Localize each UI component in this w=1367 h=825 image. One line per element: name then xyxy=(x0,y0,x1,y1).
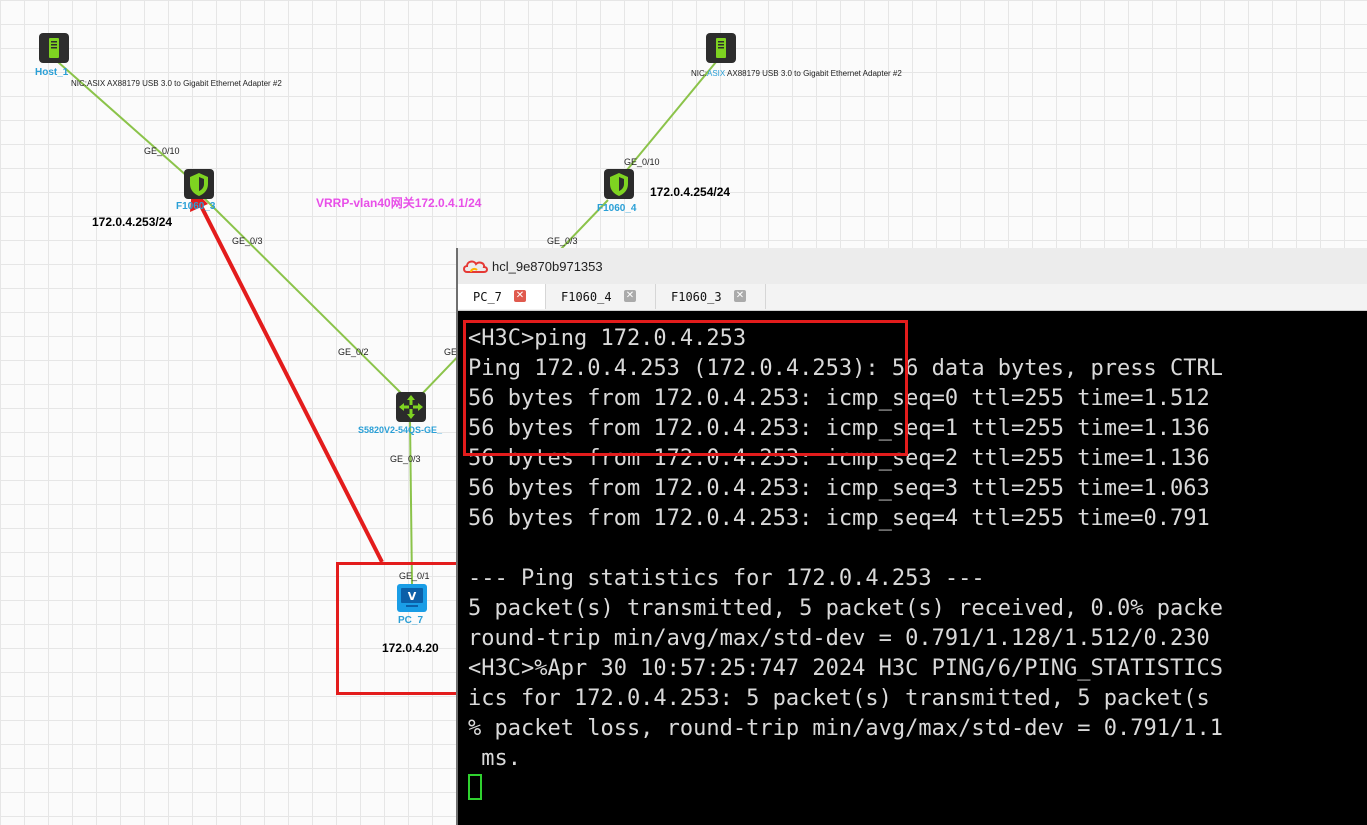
tab-f1060-4-label: F1060_4 xyxy=(561,290,612,304)
cloud-logo-icon xyxy=(463,260,488,273)
terminal-titlebar[interactable]: hcl_9e870b971353 xyxy=(458,248,1367,285)
vrrp-gateway-label: VRRP-vlan40网关172.0.4.1/24 xyxy=(316,196,482,210)
link-fw3-switch xyxy=(203,197,405,397)
switch-port-left: GE_0/2 xyxy=(338,347,369,357)
close-icon[interactable]: ✕ xyxy=(624,290,636,302)
host2-nic-prefix: NIC: xyxy=(691,69,707,78)
terminal-line: --- Ping statistics for 172.0.4.253 --- xyxy=(468,566,985,591)
terminal-line: <H3C>%Apr 30 10:57:25:747 2024 H3C PING/… xyxy=(468,656,1223,681)
terminal-line: ics for 172.0.4.253: 5 packet(s) transmi… xyxy=(468,686,1210,711)
tab-pc7[interactable]: PC_7 ✕ xyxy=(458,284,546,309)
pc7-annotation-box xyxy=(336,562,471,695)
host2-nic-rest: AX88179 USB 3.0 to Gigabit Ethernet Adap… xyxy=(727,69,902,78)
tab-f1060-4[interactable]: F1060_4 ✕ xyxy=(546,284,656,309)
fw3-ip: 172.0.4.253/24 xyxy=(92,215,173,229)
fw4-name: F1060_4 xyxy=(597,203,637,214)
fw4-ip: 172.0.4.254/24 xyxy=(650,185,731,199)
close-icon[interactable]: ✕ xyxy=(514,290,526,302)
switch-device-icon[interactable] xyxy=(396,392,426,422)
server-icon xyxy=(49,38,59,58)
terminal-line: round-trip min/avg/max/std-dev = 0.791/1… xyxy=(468,626,1210,651)
annotation-arrow xyxy=(196,199,384,563)
host2-device-icon[interactable] xyxy=(706,33,736,63)
ping-annotation-box xyxy=(463,320,908,456)
switch-name: S5820V2-54QS-GE_ xyxy=(358,425,443,435)
terminal-title: hcl_9e870b971353 xyxy=(492,259,603,274)
terminal-cursor[interactable] xyxy=(468,774,482,800)
tab-f1060-3[interactable]: F1060_3 ✕ xyxy=(656,284,766,309)
fw3-port-down: GE_0/3 xyxy=(232,236,263,246)
fw3-device-icon[interactable] xyxy=(184,169,214,199)
fw4-port-up: GE_0/10 xyxy=(624,157,660,167)
terminal-tabbar: PC_7 ✕ F1060_4 ✕ F1060_3 ✕ xyxy=(458,284,1367,311)
terminal-line: ms. xyxy=(468,746,521,771)
fw3-name: F1060_3 xyxy=(176,201,216,212)
link-switch-pc7 xyxy=(409,419,413,585)
terminal-line: 56 bytes from 172.0.4.253: icmp_seq=4 tt… xyxy=(468,506,1210,531)
fw4-device-icon[interactable] xyxy=(604,169,634,199)
host1-name: Host_1 xyxy=(35,67,69,78)
host1-nic-label: NIC:ASIX AX88179 USB 3.0 to Gigabit Ethe… xyxy=(71,79,282,88)
terminal-line: 5 packet(s) transmitted, 5 packet(s) rec… xyxy=(468,596,1223,621)
firewall-shield-icon xyxy=(190,173,208,196)
tab-f1060-3-label: F1060_3 xyxy=(671,290,722,304)
terminal-line: % packet loss, round-trip min/avg/max/st… xyxy=(468,716,1223,741)
switch-port-down: GE_0/3 xyxy=(390,454,421,464)
fw4-port-down: GE_0/3 xyxy=(547,236,578,246)
server-icon xyxy=(716,38,726,58)
close-icon[interactable]: ✕ xyxy=(734,290,746,302)
host1-device-icon[interactable] xyxy=(39,33,69,63)
tab-pc7-label: PC_7 xyxy=(473,290,502,304)
terminal-line: 56 bytes from 172.0.4.253: icmp_seq=3 tt… xyxy=(468,476,1210,501)
firewall-shield-icon xyxy=(610,173,628,196)
host2-nic-label: NIC:ASIX AX88179 USB 3.0 to Gigabit Ethe… xyxy=(691,69,902,78)
switch-arrows-icon xyxy=(399,395,423,419)
fw3-port-up: GE_0/10 xyxy=(144,146,180,156)
host2-name-partial: ASIX xyxy=(707,69,726,78)
